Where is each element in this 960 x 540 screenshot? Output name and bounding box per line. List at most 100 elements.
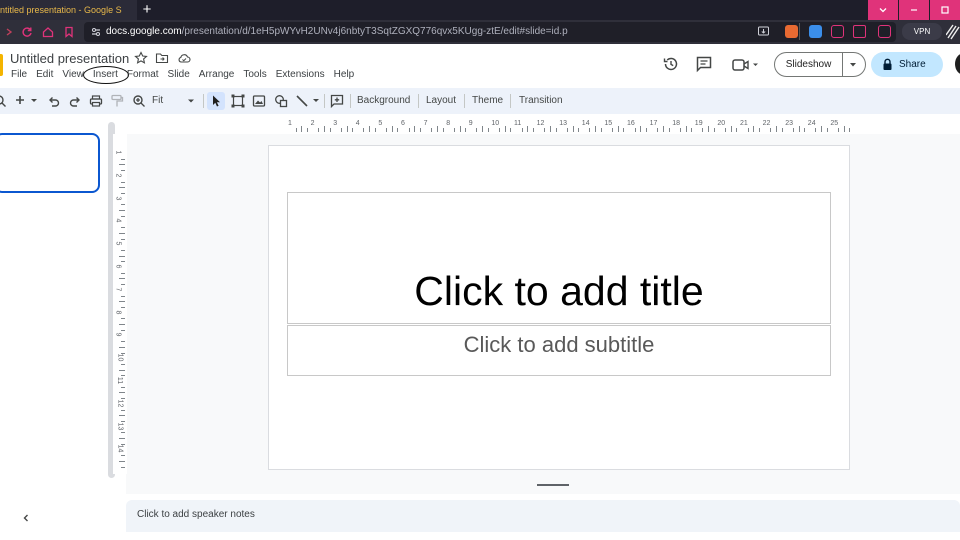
ruler-tick bbox=[691, 128, 693, 132]
vpn-button[interactable]: VPN bbox=[902, 23, 942, 40]
add-comment-button[interactable] bbox=[329, 93, 345, 109]
ruler-label: 4 bbox=[355, 120, 360, 127]
ruler-tick bbox=[119, 346, 125, 348]
meet-button[interactable] bbox=[731, 57, 761, 73]
forward-button[interactable] bbox=[1, 24, 17, 40]
avatar[interactable] bbox=[955, 53, 960, 75]
lock-icon bbox=[882, 58, 893, 71]
bookmark-button[interactable] bbox=[61, 24, 77, 40]
vertical-ruler[interactable]: 1 2 3 4 5 6 7 8 9 10 11 12 13 14 bbox=[113, 134, 127, 474]
reload-icon bbox=[22, 27, 32, 37]
extension-puzzle-icon[interactable] bbox=[831, 25, 844, 38]
menu-icon[interactable] bbox=[946, 24, 960, 40]
new-slide-button[interactable] bbox=[13, 93, 29, 109]
menu-edit[interactable]: Edit bbox=[36, 68, 53, 82]
menu-arrange[interactable]: Arrange bbox=[199, 68, 235, 82]
slideshow-button[interactable]: Slideshow bbox=[775, 52, 842, 77]
maximize-button[interactable] bbox=[930, 0, 960, 20]
ruler-label: 14 bbox=[116, 444, 124, 453]
layout-button[interactable]: Layout bbox=[426, 95, 456, 107]
ruler-tick bbox=[121, 272, 125, 274]
browser-tab[interactable]: ntitled presentation - Google S bbox=[0, 0, 137, 20]
menu-slide[interactable]: Slide bbox=[168, 68, 190, 82]
notes-resize-handle[interactable] bbox=[537, 484, 569, 486]
menu-extensions[interactable]: Extensions bbox=[276, 68, 325, 82]
site-info-icon[interactable] bbox=[90, 26, 102, 38]
ruler-label: 21 bbox=[740, 120, 748, 127]
image-icon bbox=[252, 95, 266, 107]
ruler-label: 11 bbox=[116, 376, 124, 385]
collapse-filmstrip-button[interactable] bbox=[18, 510, 34, 526]
title-placeholder[interactable]: Click to add title bbox=[287, 266, 831, 316]
speaker-notes-placeholder[interactable]: Click to add speaker notes bbox=[137, 509, 255, 520]
horizontal-ruler[interactable]: 1 2 3 4 5 6 7 8 9 10 11 12 13 14 15 16 17 18 19 20 21 22 23 24 2… bbox=[268, 118, 852, 134]
insert-shape-button[interactable] bbox=[273, 93, 289, 109]
paint-format-button[interactable] bbox=[109, 93, 125, 109]
ruler-tick bbox=[645, 128, 647, 132]
line-tool-button[interactable] bbox=[294, 93, 310, 109]
menu-view[interactable]: View bbox=[62, 68, 84, 82]
zoom-caret[interactable] bbox=[186, 96, 196, 106]
wallet-icon[interactable] bbox=[878, 25, 891, 38]
undo-button[interactable] bbox=[46, 93, 62, 109]
star-icon[interactable] bbox=[134, 51, 148, 65]
redo-button[interactable] bbox=[67, 93, 83, 109]
caret-down-icon bbox=[31, 99, 37, 102]
ruler-tick bbox=[572, 126, 574, 132]
sidebar-icon[interactable] bbox=[853, 25, 866, 38]
ruler-tick bbox=[459, 126, 461, 132]
theme-button[interactable]: Theme bbox=[472, 95, 503, 107]
insert-image-button[interactable] bbox=[251, 93, 267, 109]
minimize-button[interactable] bbox=[899, 0, 929, 20]
select-area-icon bbox=[231, 94, 245, 108]
move-folder-icon[interactable] bbox=[155, 51, 169, 65]
ruler-tick bbox=[640, 126, 642, 132]
ruler-tick bbox=[668, 128, 670, 132]
version-history-icon[interactable] bbox=[662, 55, 680, 73]
ruler-label: 10 bbox=[491, 120, 500, 127]
print-button[interactable] bbox=[88, 93, 104, 109]
select-area-button[interactable] bbox=[230, 93, 246, 109]
new-tab-button[interactable]: + bbox=[139, 2, 155, 18]
select-tool-button[interactable] bbox=[207, 92, 225, 110]
menu-tools[interactable]: Tools bbox=[243, 68, 266, 82]
line-tool-caret[interactable] bbox=[311, 93, 321, 109]
ruler-tick bbox=[736, 128, 738, 132]
home-button[interactable] bbox=[40, 24, 56, 40]
ruler-label: 3 bbox=[114, 196, 122, 201]
slide-thumbnail[interactable] bbox=[0, 133, 100, 193]
menu-help[interactable]: Help bbox=[334, 68, 355, 82]
install-app-icon[interactable] bbox=[757, 25, 770, 38]
comments-icon[interactable] bbox=[695, 55, 713, 73]
ruler-tick bbox=[487, 128, 489, 132]
zoom-select[interactable]: Fit bbox=[152, 93, 163, 109]
menu-format[interactable]: Format bbox=[127, 68, 159, 82]
ruler-tick bbox=[119, 301, 125, 303]
document-title[interactable]: Untitled presentation bbox=[10, 51, 129, 66]
transition-button[interactable]: Transition bbox=[519, 95, 563, 107]
ruler-tick bbox=[595, 126, 597, 132]
menu-file[interactable]: File bbox=[11, 68, 27, 82]
ruler-tick bbox=[323, 126, 325, 132]
ruler-label: 16 bbox=[627, 120, 635, 127]
search-menus-icon[interactable] bbox=[0, 93, 8, 109]
ruler-tick bbox=[352, 128, 354, 132]
subtitle-placeholder[interactable]: Click to add subtitle bbox=[287, 331, 831, 359]
cloud-status-icon[interactable] bbox=[177, 51, 191, 65]
ruler-tick bbox=[578, 128, 580, 132]
window-chevron-button[interactable] bbox=[868, 0, 898, 20]
ruler-tick bbox=[849, 128, 851, 132]
zoom-button[interactable] bbox=[131, 93, 147, 109]
slides-logo[interactable] bbox=[0, 54, 3, 76]
brave-shield-icon[interactable] bbox=[785, 25, 798, 38]
new-slide-layout-caret[interactable] bbox=[29, 93, 39, 109]
ruler-tick bbox=[781, 128, 783, 132]
extension-icon[interactable] bbox=[809, 25, 822, 38]
ruler-tick bbox=[119, 369, 125, 371]
background-button[interactable]: Background bbox=[357, 95, 410, 107]
reload-button[interactable] bbox=[19, 24, 35, 40]
bookmark-icon bbox=[65, 26, 73, 38]
video-camera-icon bbox=[732, 59, 758, 71]
share-label[interactable]: Share bbox=[899, 52, 926, 77]
slideshow-options-button[interactable] bbox=[846, 60, 860, 70]
